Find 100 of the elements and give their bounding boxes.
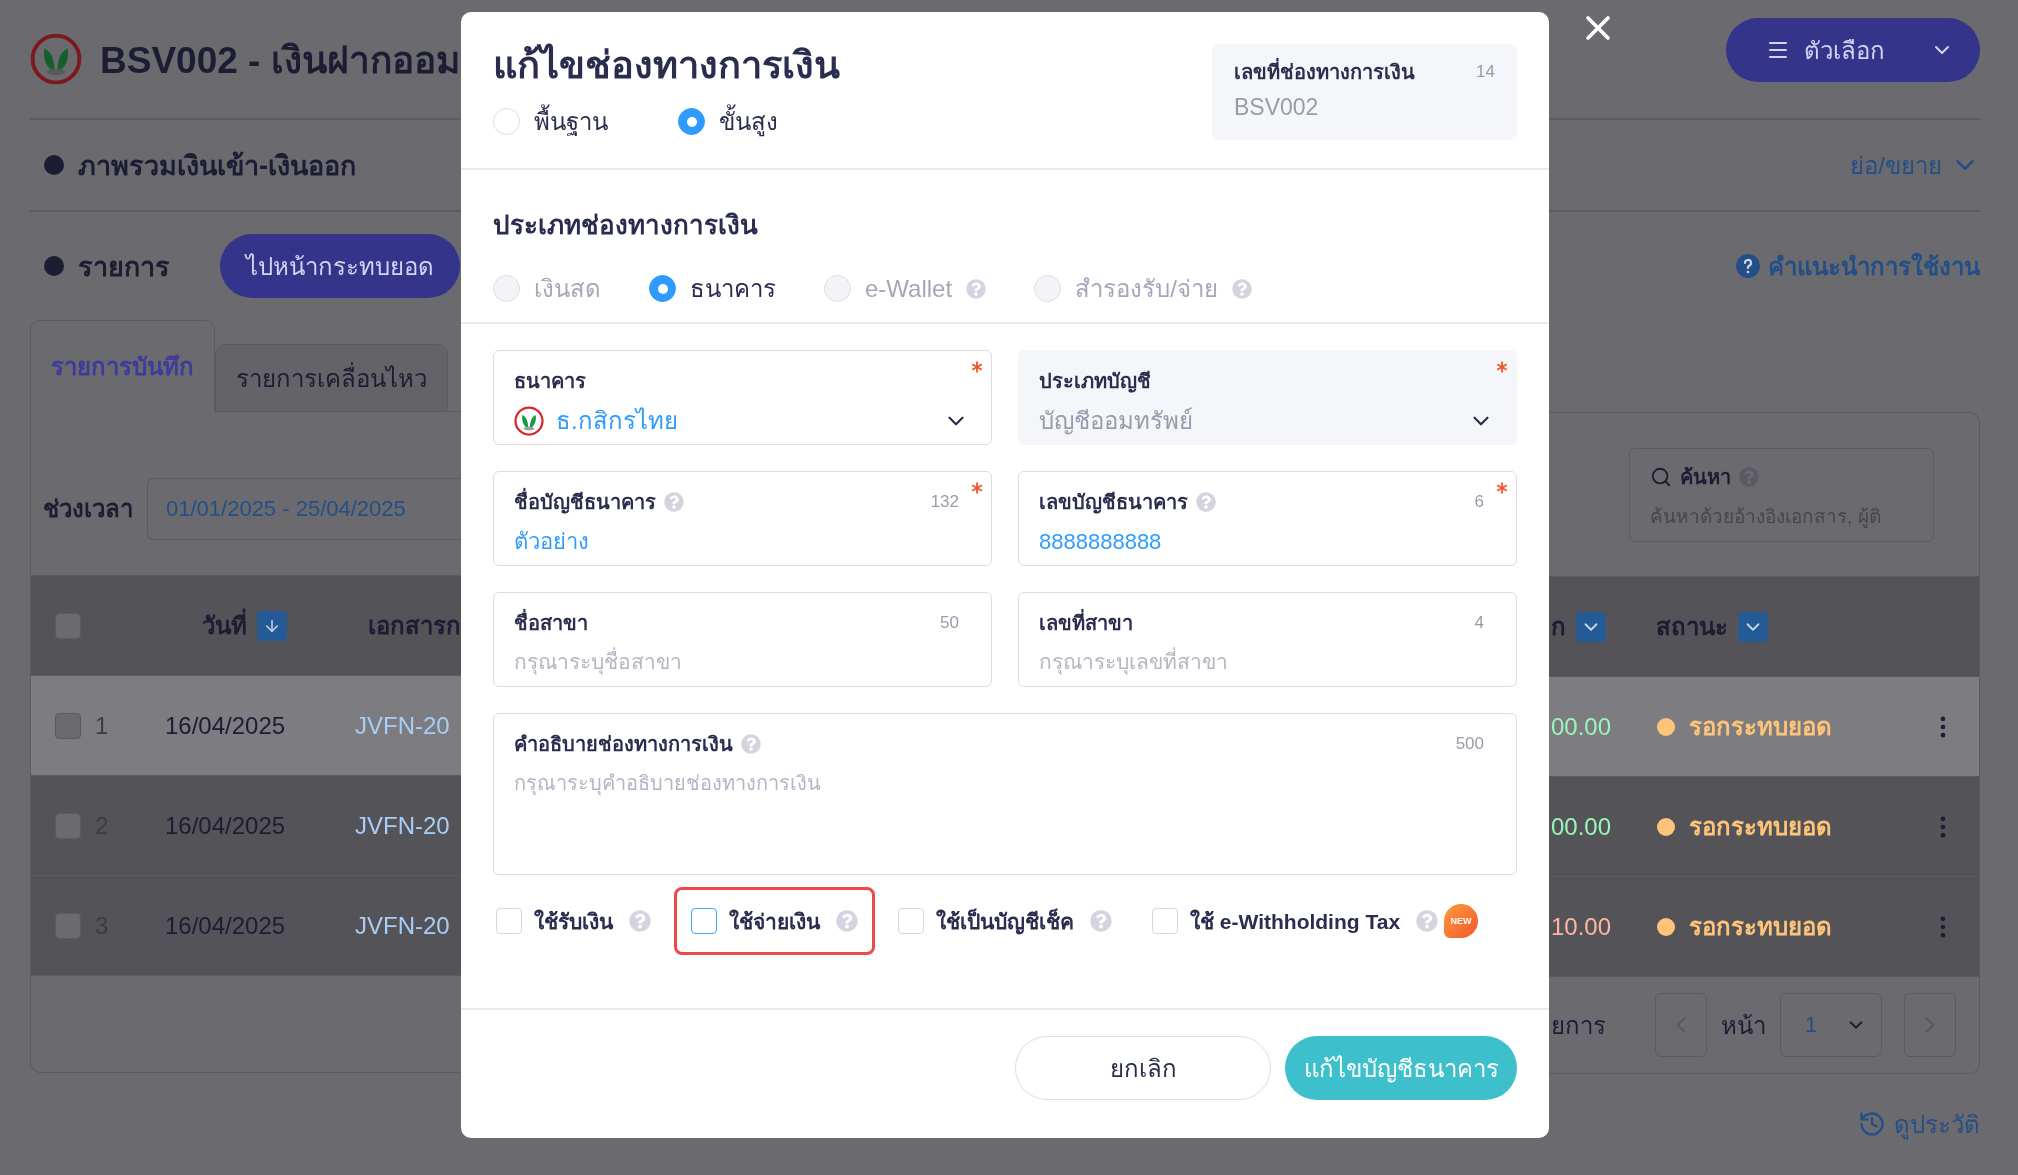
amount-cell-text: 00.00 — [1550, 712, 1613, 741]
help-icon — [966, 278, 987, 299]
leaf-logo-icon — [30, 33, 82, 85]
field-label: เลขบัญชีธนาคาร — [1039, 490, 1188, 516]
help-icon — [741, 734, 761, 754]
amount-cell-text: 00.00 — [1550, 812, 1613, 841]
column-header: วันที่ — [201, 606, 247, 645]
field-value: ตัวอย่าง — [514, 528, 590, 556]
placeholder-text: กรุณาระบุคำอธิบายช่องทางการเงิน — [514, 771, 822, 798]
field-label: คำอธิบายช่องทางการเงิน — [514, 732, 733, 757]
status-text: รอกระทบยอด — [1689, 812, 1833, 842]
help-icon — [1231, 278, 1252, 299]
checkbox-label: ใช้ e-Withholding Tax — [1190, 908, 1401, 935]
help-icon — [1736, 254, 1760, 278]
input-field[interactable]: ชื่อสาขา 50 กรุณาระบุชื่อสาขา — [493, 592, 992, 687]
field-label: เลขที่สาขา — [1039, 607, 1133, 639]
radio-button[interactable] — [649, 275, 676, 302]
section-title: ประเภทช่องทางการเงิน — [493, 209, 759, 242]
document-link[interactable]: JVFN-20 — [355, 711, 450, 740]
filter-button[interactable] — [1576, 611, 1606, 642]
radio-label: ขั้นสูง — [719, 102, 778, 141]
char-counter: 50 — [940, 613, 959, 633]
placeholder-text: กรุณาระบุชื่อสาขา — [514, 647, 969, 677]
radio-label: e-Wallet — [865, 274, 953, 303]
placeholder-text: กรุณาระบุเลขที่สาขา — [1039, 647, 1494, 677]
table-row[interactable]: 00.00 รอกระทบยอด — [1549, 676, 1979, 776]
search-icon — [1650, 465, 1672, 488]
char-counter: 132 — [930, 492, 959, 512]
checkbox[interactable] — [691, 908, 717, 934]
required-icon — [1496, 361, 1508, 373]
required-icon — [971, 482, 983, 494]
input-field[interactable]: ชื่อบัญชีธนาคาร 132 ตัวอย่าง — [493, 471, 992, 566]
checkbox-label: ใช้จ่ายเงิน — [729, 908, 820, 935]
document-link[interactable]: JVFN-20 — [355, 811, 450, 840]
table-row[interactable]: 00.00 รอกระทบยอด — [1549, 776, 1979, 876]
radio-label: เงินสด — [534, 274, 601, 304]
period-label: ช่วงเวลา — [43, 494, 133, 524]
search-label: ค้นหา — [1680, 464, 1731, 490]
help-icon — [629, 910, 651, 932]
status-text: รอกระทบยอด — [1689, 712, 1833, 742]
table-row[interactable]: 10.00 รอกระทบยอด — [1549, 876, 1979, 976]
table-cell-text: 16/04/2025 — [165, 711, 287, 740]
radio-label: พื้นฐาน — [534, 102, 608, 141]
leaf-logo-icon — [514, 406, 544, 436]
row-number: 1 — [95, 711, 110, 740]
table-cell-text: 16/04/2025 — [165, 811, 287, 840]
cancel-button[interactable]: ยกเลิก — [1015, 1036, 1271, 1100]
checkbox[interactable] — [55, 712, 81, 739]
column-header: เอกสารก — [368, 611, 461, 641]
field-value: บัญชีออมทรัพย์ — [1039, 406, 1193, 437]
bullet-icon — [44, 155, 64, 175]
checkbox-label: ใช้เป็นบัญชีเช็ค — [936, 907, 1074, 937]
table-row[interactable]: 1 16/04/2025 JVFN-20 — [31, 675, 461, 775]
new-badge: NEW — [1444, 904, 1479, 938]
column-header: ก — [1551, 612, 1566, 642]
table-cell-text: 16/04/2025 — [165, 911, 287, 940]
field-label: ประเภทบัญชี — [1039, 369, 1151, 395]
reconcile-button[interactable]: ไปหน้ากระทบยอด — [220, 234, 460, 298]
sort-button[interactable] — [256, 610, 287, 641]
page-label: หน้า — [1721, 1010, 1766, 1041]
field-label: ชื่อบัญชีธนาคาร — [514, 486, 656, 518]
select-field[interactable]: ธนาคาร ธ.กสิกรไทย — [493, 350, 992, 445]
field-value: BSV002 — [1234, 94, 1320, 121]
help-icon — [1090, 910, 1112, 932]
page-title: BSV002 - เงินฝากออม — [100, 38, 460, 83]
char-counter: 14 — [1476, 62, 1495, 82]
document-link[interactable]: JVFN-20 — [355, 911, 450, 940]
section-label: รายการ — [78, 250, 170, 284]
field-label: ธนาคาร — [514, 369, 586, 394]
input-field[interactable]: เลขบัญชีธนาคาร 6 8888888888 — [1018, 471, 1517, 566]
status-text: รอกระทบยอด — [1689, 912, 1833, 942]
help-icon — [1416, 910, 1439, 932]
radio-button[interactable] — [678, 108, 705, 135]
field-label: เลขที่ช่องทางการเงิน — [1234, 56, 1415, 88]
amount-cell-text: 10.00 — [1550, 912, 1613, 941]
filter-button[interactable] — [1738, 611, 1768, 642]
help-icon — [1196, 492, 1216, 512]
textarea-field[interactable]: คำอธิบายช่องทางการเงิน 500 กรุณาระบุคำอธิบายช่องทางการเงิน — [493, 713, 1517, 875]
help-icon — [664, 492, 684, 512]
options-button[interactable]: ตัวเลือก — [1726, 18, 1980, 82]
radio-label: สำรองรับ/จ่าย — [1075, 274, 1218, 304]
dialog-title: แก้ไขช่องทางการเงิน — [493, 42, 840, 88]
radio-label: ธนาคาร — [690, 274, 776, 304]
section-label: ภาพรวมเงินเข้า-เงินออก — [78, 149, 356, 183]
bullet-icon — [44, 256, 64, 276]
required-icon — [971, 361, 983, 373]
field-label: ชื่อสาขา — [514, 607, 588, 639]
input-field[interactable]: เลขที่สาขา 4 กรุณาระบุเลขที่สาขา — [1018, 592, 1517, 687]
field-value: 8888888888 — [1039, 528, 1163, 556]
field-value: ธ.กสิกรไทย — [556, 406, 678, 436]
column-header: สถานะ — [1656, 612, 1728, 642]
char-counter: 6 — [1474, 492, 1484, 512]
char-counter: 4 — [1474, 613, 1484, 633]
history-icon — [1858, 1110, 1886, 1138]
char-counter: 500 — [1455, 734, 1484, 754]
required-icon — [1496, 482, 1508, 494]
tab[interactable]: รายการเคลื่อนไหว — [215, 344, 448, 412]
help-icon — [836, 910, 858, 932]
checkbox-label: ใช้รับเงิน — [534, 908, 613, 935]
pagination-label: ยการ — [1550, 1010, 1607, 1041]
